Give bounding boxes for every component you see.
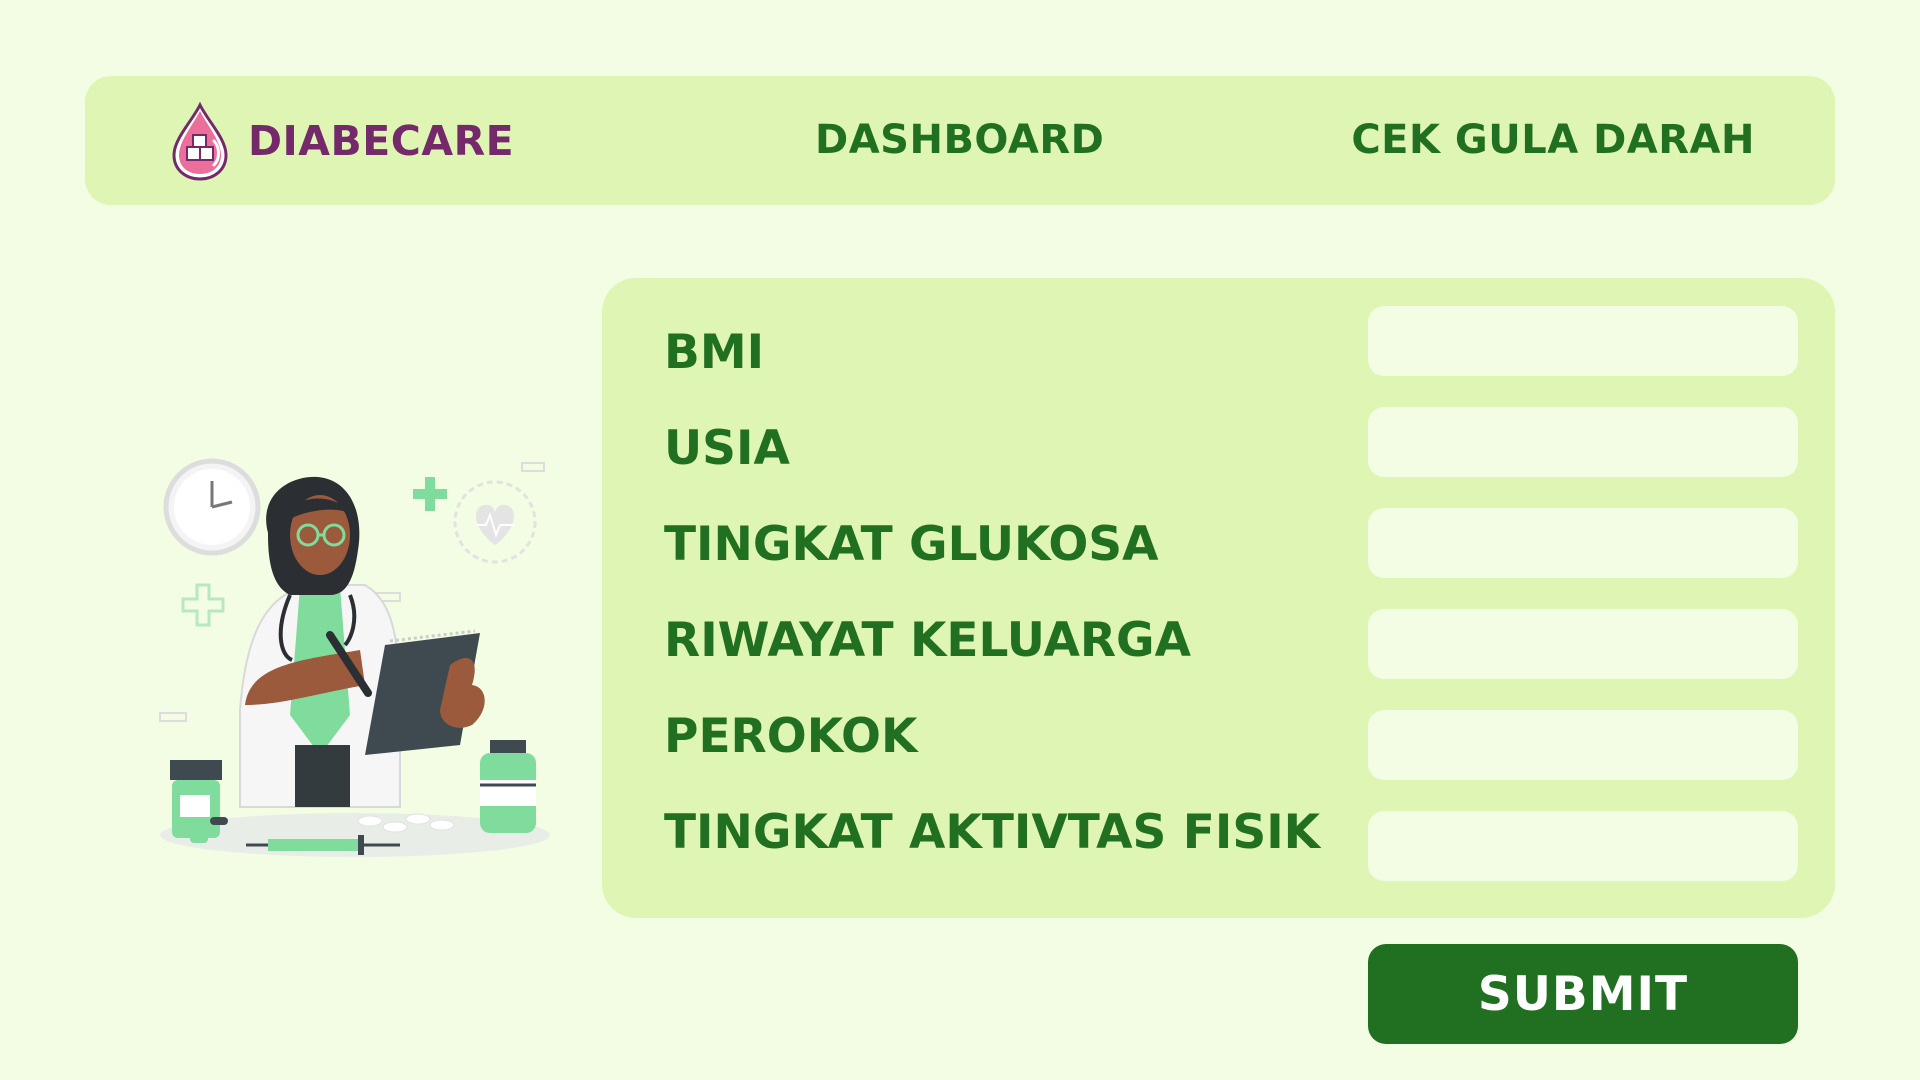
nav-dashboard-link[interactable]: DASHBOARD xyxy=(815,76,1104,205)
form-card: BMI USIA TINGKAT GLUKOSA RIWAYAT KELUARG… xyxy=(602,278,1835,918)
tingkat-aktivitas-fisik-input[interactable] xyxy=(1368,811,1798,881)
riwayat-keluarga-input[interactable] xyxy=(1368,609,1798,679)
page: DIABECARE DASHBOARD CEK GULA DARAH BMI U… xyxy=(0,0,1920,1080)
usia-input[interactable] xyxy=(1368,407,1798,477)
medicine-bottle-icon xyxy=(480,740,536,833)
tingkat-glukosa-input[interactable] xyxy=(1368,508,1798,578)
navbar: DIABECARE DASHBOARD CEK GULA DARAH xyxy=(85,76,1835,205)
brand[interactable]: DIABECARE xyxy=(170,101,514,181)
bmi-input[interactable] xyxy=(1368,306,1798,376)
clock-icon xyxy=(163,458,261,556)
usia-label: USIA xyxy=(664,421,790,476)
plus-icon xyxy=(413,477,447,511)
perokok-label: PEROKOK xyxy=(664,709,918,764)
plus-outline-icon xyxy=(181,583,225,627)
nav-cek-gula-darah-link[interactable]: CEK GULA DARAH xyxy=(1351,76,1755,205)
perokok-input[interactable] xyxy=(1368,710,1798,780)
heartbeat-icon xyxy=(453,480,537,564)
submit-button[interactable]: SUBMIT xyxy=(1368,944,1798,1044)
doctor-with-clipboard-illustration xyxy=(159,458,550,857)
blood-drop-sugar-icon xyxy=(172,101,228,181)
tingkat-glukosa-label: TINGKAT GLUKOSA xyxy=(664,517,1159,572)
riwayat-keluarga-label: RIWAYAT KELUARGA xyxy=(664,613,1192,668)
bmi-label: BMI xyxy=(664,325,765,380)
tingkat-aktivitas-fisik-label: TINGKAT AKTIVTAS FISIK xyxy=(664,805,1321,860)
medicine-bottle-icon xyxy=(170,760,222,838)
brand-name: DIABECARE xyxy=(248,117,515,165)
